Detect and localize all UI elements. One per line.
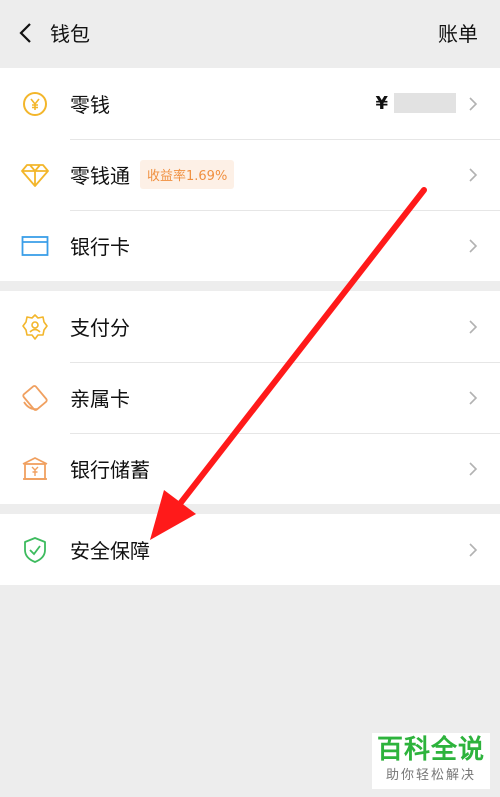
chevron-right-icon — [469, 542, 478, 557]
balance-value: ¥ — [375, 93, 456, 114]
row-bank-card[interactable]: 银行卡 — [0, 210, 500, 281]
watermark-subtitle: 助你轻松解决 — [385, 768, 476, 783]
row-pay-score[interactable]: 支付分 — [0, 291, 500, 362]
wallet-group-2: 支付分 亲属卡 银行储蓄 — [0, 291, 500, 504]
row-label: 零钱 — [70, 93, 110, 117]
row-label: 零钱通 — [70, 164, 130, 188]
yield-rate-badge: 收益率1.69% — [140, 160, 235, 189]
row-change[interactable]: 零钱 ¥ — [0, 68, 500, 139]
navigation-bar: 钱包 账单 — [0, 0, 500, 68]
page-title: 钱包 — [50, 22, 90, 46]
section-divider — [0, 281, 500, 291]
bank-savings-icon — [21, 455, 49, 483]
badge-shield-icon — [21, 313, 49, 341]
watermark-logo: 百科全说 助你轻松解决 — [372, 733, 490, 789]
blurred-amount — [394, 93, 456, 113]
chevron-right-icon — [469, 238, 478, 253]
row-family-card[interactable]: 亲属卡 — [0, 362, 500, 433]
chevron-right-icon — [469, 319, 478, 334]
bill-button[interactable]: 账单 — [438, 0, 478, 68]
diamond-icon — [21, 161, 49, 189]
row-label: 银行卡 — [70, 235, 130, 259]
chevron-right-icon — [469, 96, 478, 111]
chevron-right-icon — [469, 167, 478, 182]
family-card-icon — [21, 384, 49, 412]
row-label: 亲属卡 — [70, 387, 130, 411]
watermark-title: 百科全说 — [376, 735, 485, 765]
wallet-group-3: 安全保障 — [0, 514, 500, 585]
section-divider — [0, 504, 500, 514]
row-label: 银行储蓄 — [70, 458, 150, 482]
wallet-group-1: 零钱 ¥ 零钱通 收益率1.69% 银行卡 — [0, 68, 500, 281]
row-bank-savings[interactable]: 银行储蓄 — [0, 433, 500, 504]
coin-icon — [21, 90, 49, 118]
chevron-right-icon — [469, 461, 478, 476]
back-arrow-icon[interactable] — [12, 18, 42, 48]
row-label: 安全保障 — [70, 539, 150, 563]
bank-card-icon — [21, 232, 49, 260]
currency-symbol: ¥ — [375, 92, 388, 114]
chevron-right-icon — [469, 390, 478, 405]
row-label: 支付分 — [70, 316, 130, 340]
security-shield-icon — [21, 536, 49, 564]
row-security[interactable]: 安全保障 — [0, 514, 500, 585]
row-lingqiantong[interactable]: 零钱通 收益率1.69% — [0, 139, 500, 210]
